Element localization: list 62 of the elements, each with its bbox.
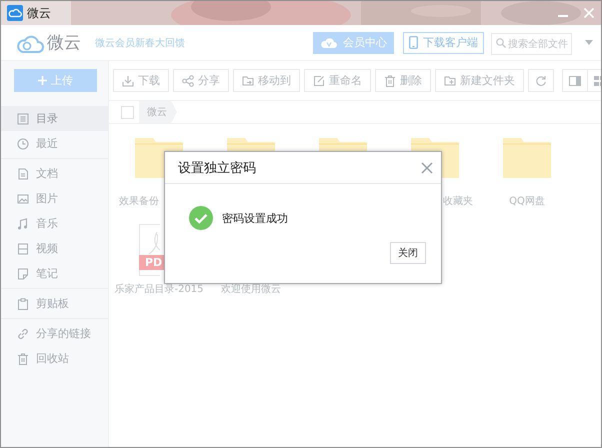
window-title: 微云	[27, 4, 51, 22]
close-icon[interactable]	[421, 162, 433, 174]
success-message: 密码设置成功	[222, 210, 288, 226]
plus-icon	[38, 76, 47, 85]
search-field[interactable]: 搜索全部文件	[491, 33, 572, 55]
file-name[interactable]: 效果备份	[119, 194, 159, 208]
sidebar-item[interactable]: 剪贴板	[1, 291, 108, 316]
vip-center-button[interactable]: 会员中心	[313, 32, 394, 54]
share-icon	[182, 74, 194, 86]
file-name[interactable]: QQ网盘	[509, 194, 545, 208]
sidebar-item[interactable]: 目录	[1, 106, 108, 131]
file-name[interactable]: 欢迎使用微云	[221, 282, 281, 296]
upload-button[interactable]: 上传	[14, 69, 97, 92]
sidebar-item[interactable]: 图片	[1, 186, 108, 211]
dialog-title: 设置独立密码	[178, 160, 256, 176]
image-icon	[17, 192, 29, 204]
clipboard-icon	[17, 298, 29, 310]
folder-plus-icon	[444, 74, 456, 86]
dropdown-caret-icon[interactable]	[585, 40, 593, 45]
logo-text: 微云	[47, 32, 81, 54]
toolbar-button[interactable]: 重命名	[304, 69, 371, 92]
toolbar-button[interactable]: 新建文件夹	[435, 69, 524, 92]
search-icon	[496, 38, 506, 48]
edit-icon	[313, 74, 325, 86]
music-icon	[17, 218, 29, 230]
download-client-button[interactable]: 下载客户端	[403, 32, 484, 54]
select-all-checkbox[interactable]	[121, 106, 134, 118]
toolbar-button[interactable]: 删除	[375, 69, 431, 92]
app-logo-icon	[7, 5, 23, 21]
sidebar-item[interactable]: 分享的链接	[1, 321, 108, 346]
sidebar-item[interactable]: 回收站	[1, 346, 108, 371]
panel-icon	[569, 76, 581, 86]
toolbar-button[interactable]: 分享	[173, 69, 229, 92]
sidebar-item[interactable]: 笔记	[1, 261, 108, 286]
breadcrumb-item[interactable]: 微云	[139, 101, 177, 123]
phone-icon	[409, 36, 418, 49]
folder-arrow-icon	[242, 74, 254, 86]
sidebar-item[interactable]: 视频	[1, 236, 108, 261]
preview-pane-button[interactable]	[562, 69, 588, 92]
refresh-button[interactable]	[528, 69, 554, 92]
folder-icon	[503, 136, 551, 178]
promo-link[interactable]: 微云会员新春大回馈	[95, 36, 185, 50]
toolbar-button[interactable]: 移动到	[233, 69, 300, 92]
download-icon	[122, 74, 134, 86]
toolbar-button[interactable]: 下载	[113, 69, 169, 92]
success-check-icon	[189, 206, 213, 230]
document-icon	[17, 168, 29, 180]
file-name[interactable]: 收藏夹	[443, 194, 473, 208]
refresh-icon	[535, 74, 547, 86]
link-icon	[17, 328, 29, 340]
note-icon	[17, 268, 29, 280]
sidebar-item[interactable]: 最近	[1, 131, 108, 156]
trash-icon	[17, 352, 29, 364]
cloud-icon	[320, 36, 338, 48]
file-name[interactable]: 乐家产品目录-2015	[114, 282, 204, 296]
close-button[interactable]: 关闭	[390, 242, 426, 264]
clock-icon	[17, 138, 29, 150]
sidebar-item[interactable]: 文档	[1, 161, 108, 186]
sidebar-item[interactable]: 音乐	[1, 211, 108, 236]
video-icon	[17, 242, 29, 254]
trash-icon	[384, 74, 396, 86]
list-icon	[17, 112, 29, 124]
